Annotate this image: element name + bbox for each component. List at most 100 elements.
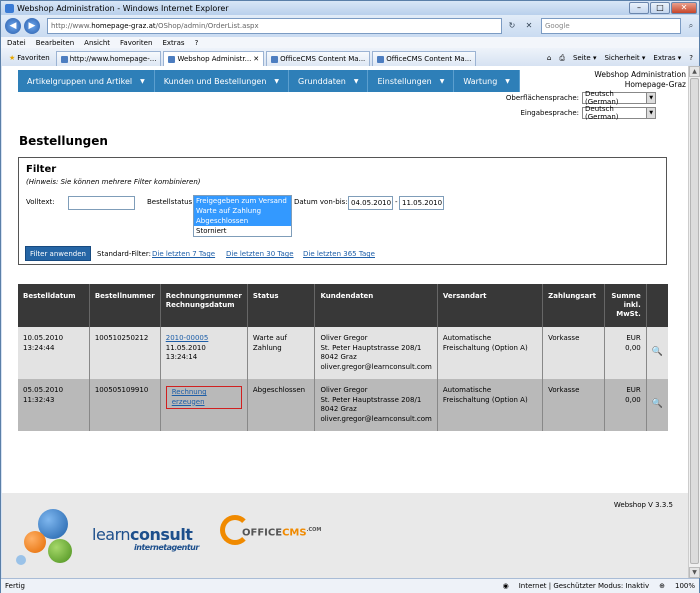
back-button[interactable]: ◀ [5, 18, 21, 34]
filter-30-days-link[interactable]: Die letzten 30 Tage [226, 250, 294, 258]
version-label: Webshop V 3.3.5 [613, 501, 673, 509]
date-from-input[interactable]: 04.05.2010 [348, 196, 393, 210]
nav-kunden[interactable]: Kunden und Bestellungen ▼ [155, 70, 290, 92]
apply-filter-button[interactable]: Filter anwenden [25, 246, 91, 261]
table-row: 10.05.2010 13:24:44 100510250212 2010-000… [18, 327, 668, 379]
col-sum[interactable]: Summe inkl. MwSt. [604, 284, 647, 327]
refresh-icon[interactable]: ↻ [505, 19, 519, 33]
order-time: 11:32:43 [23, 395, 55, 404]
invoice-link[interactable]: 2010-00005 [166, 334, 242, 344]
zoom-icon[interactable]: ⊕ [659, 582, 665, 590]
customer-name: Oliver Gregor [320, 386, 368, 394]
nav-label: Kunden und Bestellungen [163, 76, 267, 86]
ui-language-value: Deutsch (German) [585, 90, 619, 106]
filter-panel: Filter (Hinweis: Sie können mehrere Filt… [18, 157, 667, 265]
stop-icon[interactable]: ✕ [522, 19, 536, 33]
browser-window: Webshop Administration - Windows Interne… [0, 0, 700, 593]
col-payment[interactable]: Zahlungsart [542, 284, 606, 327]
tool-sicherheit-label: Sicherheit [604, 54, 640, 62]
forward-button[interactable]: ▶ [24, 18, 40, 34]
filter-365-days-link[interactable]: Die letzten 365 Tage [303, 250, 375, 258]
tab-close-icon[interactable]: ✕ [253, 55, 259, 63]
brand-cms: CMS [282, 527, 307, 539]
menu-extras[interactable]: Extras [162, 39, 184, 47]
tab-3[interactable]: OfficeCMS Content Ma... [266, 51, 371, 66]
tool-extras[interactable]: Extras ▾ [653, 54, 681, 62]
cell-invoice: 2010-00005 11.05.2010 13:24:14 [160, 327, 248, 379]
shop-info: Webshop Administration Homepage-Graz [594, 70, 686, 90]
status-option-abgeschlossen[interactable]: Abgeschlossen [194, 216, 291, 226]
magnifier-icon[interactable]: 🔍 [652, 347, 663, 358]
status-label: Bestellstatus: [147, 198, 195, 206]
ui-language-label: Oberflächensprache: [505, 94, 579, 102]
home-icon[interactable]: ⌂ [547, 54, 551, 62]
magnifier-icon[interactable]: 🔍 [652, 399, 663, 410]
tool-sicherheit[interactable]: Sicherheit ▾ [604, 54, 645, 62]
status-listbox[interactable]: Freigegeben zum Versand Warte auf Zahlun… [193, 195, 292, 237]
cell-customer: Oliver Gregor St. Peter Hauptstrasse 208/… [314, 379, 438, 431]
page-icon [377, 55, 385, 63]
filter-7-days-link[interactable]: Die letzten 7 Tage [152, 250, 215, 258]
officecms-logo: OFFICECMS.COM [220, 515, 330, 555]
nav-label: Artikelgruppen und Artikel [27, 76, 133, 86]
page-icon [168, 55, 176, 63]
tab-2[interactable]: Webshop Administr... ✕ [163, 51, 265, 66]
menu-favoriten[interactable]: Favoriten [120, 39, 152, 47]
col-customer[interactable]: Kundendaten [314, 284, 438, 327]
favorites-button[interactable]: ★ Favoriten [5, 50, 54, 66]
status-option-freigegeben[interactable]: Freigegeben zum Versand [194, 196, 291, 206]
maximize-button[interactable]: □ [650, 2, 670, 14]
zoom-level[interactable]: 100% [675, 582, 695, 590]
brand-sub: internetagentur [134, 543, 199, 552]
search-icon[interactable]: ⌕ [684, 19, 698, 33]
customer-email: oliver.gregor@learnconsult.com [320, 414, 432, 423]
nav-wartung[interactable]: Wartung ▼ [454, 70, 520, 92]
menu-help[interactable]: ? [195, 39, 199, 47]
menu-datei[interactable]: Datei [7, 39, 26, 47]
address-input[interactable]: http://www. homepage-graz.at/OShop/admin/… [47, 18, 502, 34]
close-button[interactable]: ✕ [671, 2, 697, 14]
dropdown-icon: ▼ [140, 77, 145, 85]
create-invoice-link[interactable]: Rechnung erzeugen [172, 388, 207, 406]
nav-label: Einstellungen [377, 76, 432, 86]
customer-street: St. Peter Hauptstrasse 208/1 [320, 343, 422, 352]
freetext-input[interactable] [68, 196, 135, 210]
ie-icon [5, 3, 14, 13]
nav-grunddaten[interactable]: Grunddaten ▼ [289, 70, 369, 92]
menu-bearbeiten[interactable]: Bearbeiten [36, 39, 74, 47]
scroll-down-icon[interactable]: ▼ [689, 567, 700, 578]
date-to-input[interactable]: 11.05.2010 [399, 196, 444, 210]
search-input[interactable]: Google [541, 18, 681, 34]
col-number[interactable]: Bestellnummer [89, 284, 161, 327]
cell-date: 05.05.2010 11:32:43 [18, 379, 90, 431]
help-icon[interactable]: ? [689, 54, 693, 62]
col-shipping[interactable]: Versandart [437, 284, 544, 327]
tab-label: OfficeCMS Content Ma... [386, 55, 472, 63]
invoice-time: 13:24:14 [165, 353, 198, 361]
menu-ansicht[interactable]: Ansicht [84, 39, 110, 47]
page-icon [271, 55, 279, 63]
print-icon[interactable]: ⎙ [559, 54, 565, 63]
nav-einstellungen[interactable]: Einstellungen ▼ [368, 70, 455, 92]
tool-seite[interactable]: Seite ▾ [573, 54, 597, 62]
col-invoice[interactable]: Rechnungsnummer Rechnungsdatum [160, 284, 248, 327]
nav-artikel[interactable]: Artikelgruppen und Artikel ▼ [18, 70, 155, 92]
minimize-button[interactable]: – [629, 2, 649, 14]
input-language-select[interactable]: Deutsch (German) ▼ [582, 105, 656, 121]
dropdown-icon: ▼ [646, 93, 655, 103]
shop-site: Homepage-Graz [624, 80, 686, 89]
col-date[interactable]: Bestelldatum [18, 284, 90, 327]
tab-1[interactable]: http://www.homepage-... [55, 51, 162, 66]
cell-date: 10.05.2010 13:24:44 [18, 327, 90, 379]
ui-language-select[interactable]: Deutsch (German) ▼ [582, 90, 656, 106]
cell-invoice: Rechnung erzeugen [160, 379, 248, 431]
cell-status: Abgeschlossen [247, 379, 316, 431]
address-path: /OShop/admin/OrderList.aspx [155, 22, 259, 30]
status-option-storniert[interactable]: Storniert [194, 226, 291, 236]
scroll-up-icon[interactable]: ▲ [689, 66, 700, 77]
col-status[interactable]: Status [247, 284, 316, 327]
scroll-thumb[interactable] [690, 78, 699, 564]
vertical-scrollbar[interactable]: ▲ ▼ [688, 66, 700, 578]
tab-4[interactable]: OfficeCMS Content Ma... [372, 51, 477, 66]
status-option-warte[interactable]: Warte auf Zahlung [194, 206, 291, 216]
